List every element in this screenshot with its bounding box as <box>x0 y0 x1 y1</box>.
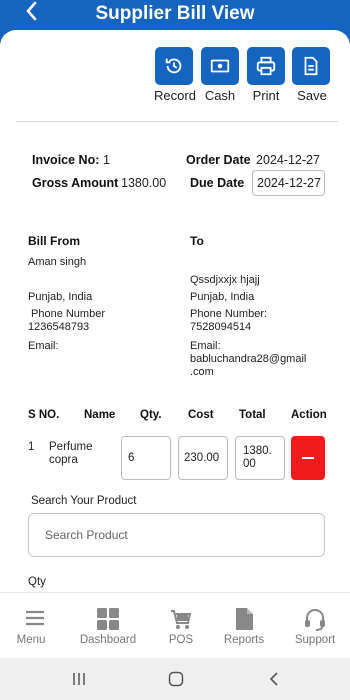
due-date-field[interactable]: 2024-12-27 <box>252 170 325 196</box>
nav-dashboard[interactable]: Dashboard <box>73 593 143 659</box>
order-date-label: Order Date <box>186 153 251 167</box>
recent-apps-icon[interactable] <box>72 672 86 686</box>
cost-input[interactable]: 230.00 <box>178 436 228 480</box>
history-icon <box>165 58 182 74</box>
record-button[interactable] <box>155 47 193 85</box>
col-header-name: Name <box>84 409 116 421</box>
bill-to-email-line2: .com <box>190 366 214 378</box>
qty-input[interactable]: 6 <box>121 436 171 480</box>
invoice-no-label: Invoice No: <box>32 153 100 167</box>
printer-icon <box>256 56 276 76</box>
headset-icon <box>305 609 325 631</box>
col-header-cost: Cost <box>188 409 214 421</box>
bottom-nav: Menu Dashboard POS Reports Support <box>0 592 350 658</box>
row-sno: 1 <box>28 441 35 453</box>
col-header-total: Total <box>239 409 266 421</box>
cart-icon <box>171 610 192 629</box>
order-date-value: 2024-12-27 <box>256 153 320 167</box>
menu-icon <box>26 610 44 626</box>
bill-from-name: Aman singh <box>28 256 87 268</box>
nav-support[interactable]: Support <box>280 593 350 659</box>
document-icon <box>304 56 318 76</box>
nav-menu[interactable]: Menu <box>0 593 70 659</box>
bill-to-location: Punjab, India <box>190 291 255 303</box>
bill-to-email-label: Email: <box>190 340 221 352</box>
page-title: Supplier Bill View <box>95 3 255 24</box>
search-product-field[interactable] <box>28 513 325 557</box>
total-line2: 00 <box>243 458 256 470</box>
qty-label: Qty <box>28 576 46 588</box>
bill-from-phone-label: Phone Number <box>31 308 105 320</box>
row-name-line1: Perfume <box>49 441 93 453</box>
total-line1: 1380. <box>243 445 272 457</box>
bill-to-heading: To <box>190 234 204 248</box>
dashboard-icon <box>97 608 119 630</box>
record-label: Record <box>154 88 196 103</box>
bill-from-phone: 1236548793 <box>28 321 90 333</box>
cash-label: Cash <box>204 88 236 103</box>
minus-icon <box>302 457 314 459</box>
bill-to-email-line1: babluchandra28@gmail <box>190 353 307 365</box>
bill-to-phone: 7528094514 <box>190 321 252 333</box>
invoice-no-value: 1 <box>103 153 110 167</box>
bill-from-location: Punjab, India <box>28 291 93 303</box>
bill-from-heading: Bill From <box>28 234 81 248</box>
nav-support-label: Support <box>294 634 336 646</box>
divider <box>16 121 338 122</box>
print-button[interactable] <box>247 47 285 85</box>
bill-from-email-label: Email: <box>28 340 59 352</box>
total-field: 1380. 00 <box>235 436 285 480</box>
cash-button[interactable] <box>201 47 239 85</box>
nav-reports-label: Reports <box>223 634 265 646</box>
nav-reports[interactable]: Reports <box>209 593 279 659</box>
col-header-sno: S NO. <box>28 409 60 421</box>
nav-pos-label: POS <box>168 634 194 646</box>
bill-to-phone-label: Phone Number: <box>190 308 268 320</box>
system-nav-bar <box>0 658 350 700</box>
col-header-action: Action <box>291 409 327 421</box>
report-icon <box>236 608 253 630</box>
home-icon[interactable] <box>168 671 184 687</box>
row-name-line2: copra <box>49 454 78 466</box>
nav-menu-label: Menu <box>16 634 46 646</box>
nav-pos[interactable]: POS <box>146 593 216 659</box>
gross-amount-value: 1380.00 <box>121 176 167 190</box>
search-label: Search Your Product <box>31 495 137 507</box>
bill-to-name: Qssdjxxjx hjajj <box>190 274 260 286</box>
save-label: Save <box>297 88 327 103</box>
nav-dashboard-label: Dashboard <box>79 634 137 646</box>
back-nav-icon[interactable] <box>268 671 280 687</box>
due-date-label: Due Date <box>190 176 245 190</box>
gross-amount-label: Gross Amount <box>32 176 119 190</box>
cash-icon <box>210 59 230 73</box>
print-label: Print <box>252 88 280 103</box>
save-button[interactable] <box>292 47 330 85</box>
col-header-qty: Qty. <box>140 409 162 421</box>
search-input[interactable] <box>45 528 295 542</box>
delete-row-button[interactable] <box>291 436 325 480</box>
